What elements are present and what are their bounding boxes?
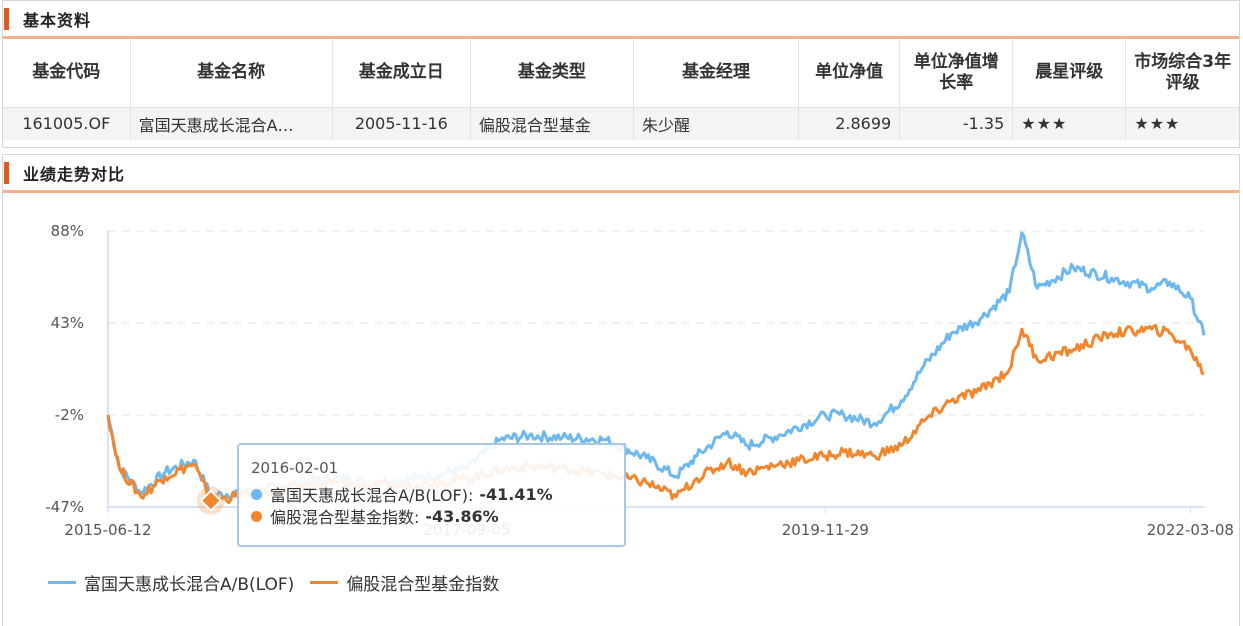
th-inception-date: 基金成立日	[332, 39, 471, 108]
cell-fund-manager: 朱少醒	[633, 107, 800, 140]
tooltip-date: 2016-02-01	[251, 459, 339, 477]
th-fund-name: 基金名称	[130, 39, 333, 108]
cell-fund-type: 偏股混合型基金	[470, 107, 634, 140]
chart-tooltip: 2016-02-01 富国天惠成长混合A/B(LOF): -41.41% 偏股混…	[237, 443, 626, 547]
performance-header: 业绩走势对比	[3, 155, 1239, 193]
legend-label-fund: 富国天惠成长混合A/B(LOF)	[84, 575, 295, 595]
section-marker	[4, 7, 9, 30]
basic-info-title: 基本资料	[23, 10, 92, 30]
x-tick-label: 2022-03-08	[1147, 521, 1234, 539]
tooltip-fund-name: 富国天惠成长混合A/B(LOF):	[270, 486, 474, 505]
legend-label-index: 偏股混合型基金指数	[346, 575, 500, 595]
performance-title: 业绩走势对比	[23, 164, 126, 184]
tooltip-row-index: 偏股混合型基金指数: -43.86%	[251, 505, 612, 527]
basic-info-panel: 基本资料 基金代码 基金名称 基金成立日 基金类型 基金经理 单位净值 单位净值…	[2, 0, 1240, 148]
cell-3y-stars: ★★★	[1125, 107, 1239, 140]
basic-info-header: 基本资料	[3, 1, 1239, 39]
y-tick-label: 43%	[51, 314, 84, 332]
cell-nav-change: -1.35	[899, 107, 1014, 140]
basic-info-table: 基金代码 基金名称 基金成立日 基金类型 基金经理 单位净值 单位净值增长率 晨…	[3, 39, 1239, 140]
tooltip-row-fund: 富国天惠成长混合A/B(LOF): -41.41%	[251, 483, 612, 505]
section-marker	[4, 161, 9, 184]
th-fund-manager: 基金经理	[633, 39, 800, 108]
y-tick-label: -2%	[55, 406, 84, 424]
th-nav: 单位净值	[798, 39, 901, 108]
y-tick-label: -47%	[45, 498, 84, 516]
cell-inception-date: 2005-11-16	[332, 107, 471, 140]
legend-item-fund[interactable]: 富国天惠成长混合A/B(LOF)	[48, 570, 294, 595]
th-fund-code: 基金代码	[3, 39, 131, 108]
tooltip-index-name: 偏股混合型基金指数:	[270, 508, 420, 527]
th-3y-rating: 市场综合3年评级	[1125, 39, 1239, 108]
th-nav-change: 单位净值增长率	[899, 39, 1014, 108]
x-tick-label: 2019-11-29	[782, 521, 869, 539]
cell-nav: 2.8699	[798, 107, 901, 140]
cell-fund-name[interactable]: 富国天惠成长混合A…	[130, 107, 333, 140]
th-fund-type: 基金类型	[470, 39, 634, 108]
y-tick-label: 88%	[51, 222, 84, 240]
th-morningstar-rating: 晨星评级	[1012, 39, 1127, 108]
tooltip-fund-value: -41.41%	[479, 484, 553, 504]
legend-swatch-index	[310, 581, 339, 584]
cell-fund-code: 161005.OF	[3, 107, 131, 140]
table-header-row: 基金代码 基金名称 基金成立日 基金类型 基金经理 单位净值 单位净值增长率 晨…	[3, 39, 1239, 108]
cell-morningstar-stars: ★★★	[1012, 107, 1127, 140]
tooltip-index-value: -43.86%	[425, 506, 499, 526]
table-row: 161005.OF 富国天惠成长混合A… 2005-11-16 偏股混合型基金 …	[3, 107, 1239, 140]
legend-item-index[interactable]: 偏股混合型基金指数	[310, 570, 499, 595]
performance-chart[interactable]: 88%43%-2%-47%2015-06-122017-09-052019-11…	[3, 195, 1239, 625]
legend-swatch-fund	[48, 581, 76, 584]
chart-legend: 富国天惠成长混合A/B(LOF) 偏股混合型基金指数	[48, 570, 515, 595]
tooltip-index-dot	[251, 510, 262, 522]
tooltip-fund-dot	[251, 488, 262, 500]
performance-panel: 业绩走势对比 88%43%-2%-47%2015-06-122017-09-05…	[2, 154, 1240, 626]
x-tick-label: 2015-06-12	[64, 521, 151, 539]
